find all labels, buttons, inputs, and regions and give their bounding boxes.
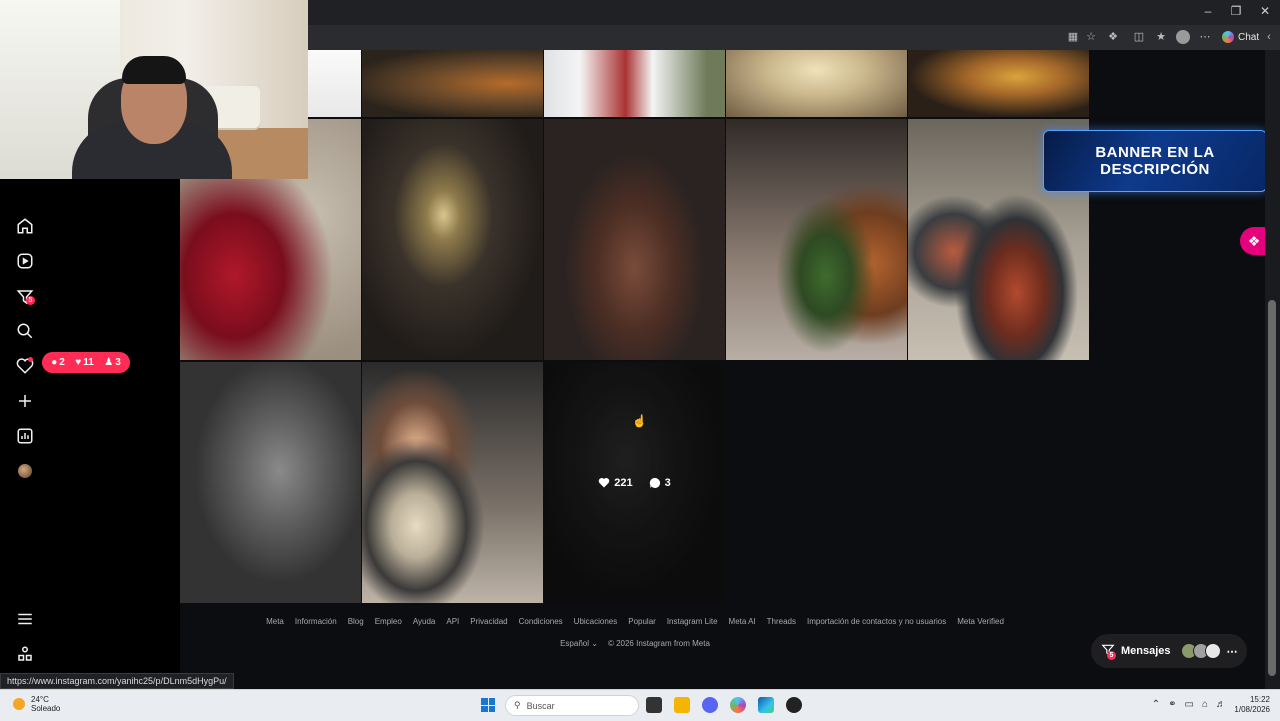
footer-link[interactable]: Meta AI bbox=[729, 617, 756, 626]
copilot-icon[interactable] bbox=[730, 697, 746, 713]
footer-link[interactable]: Importación de contactos y no usuarios bbox=[807, 617, 946, 626]
system-tray: ⌃ ⚭ ▭ ⌂ ♬ bbox=[1152, 699, 1226, 710]
footer-language-row: Español ⌄ © 2026 Instagram from Meta bbox=[180, 639, 1090, 648]
messenger-badge: 5 bbox=[26, 296, 35, 305]
post-thumbnail[interactable] bbox=[301, 50, 361, 117]
post-thumbnail-hovered[interactable]: 221 3 bbox=[544, 362, 725, 603]
scrollbar-thumb[interactable] bbox=[1268, 300, 1276, 676]
sun-icon bbox=[13, 698, 25, 710]
footer-links: Meta Información Blog Empleo Ayuda API P… bbox=[180, 617, 1090, 626]
footer-link[interactable]: Meta bbox=[266, 617, 284, 626]
footer-link[interactable]: Meta Verified bbox=[957, 617, 1004, 626]
notifications-heart-icon[interactable] bbox=[16, 357, 34, 375]
home-icon[interactable] bbox=[16, 217, 34, 235]
favorites-icon[interactable]: ★ bbox=[1154, 30, 1168, 44]
language-select[interactable]: Español ⌄ bbox=[560, 639, 598, 648]
comment-count: ● 2 bbox=[51, 357, 65, 368]
footer-link[interactable]: Privacidad bbox=[470, 617, 507, 626]
copyright: © 2026 Instagram from Meta bbox=[607, 639, 710, 648]
footer-link[interactable]: Ayuda bbox=[413, 617, 436, 626]
edge-icon[interactable] bbox=[758, 697, 774, 713]
split-screen-icon[interactable]: ◫ bbox=[1132, 30, 1146, 44]
messenger-icon[interactable]: 5 bbox=[16, 288, 35, 306]
favorite-star-icon[interactable]: ☆ bbox=[1084, 30, 1098, 44]
message-avatars bbox=[1180, 643, 1221, 659]
footer-link[interactable]: Popular bbox=[628, 617, 656, 626]
footer-link[interactable]: API bbox=[446, 617, 459, 626]
copilot-icon bbox=[1222, 31, 1234, 43]
footer-link[interactable]: Empleo bbox=[375, 617, 402, 626]
comment-icon bbox=[649, 477, 660, 488]
webcam-overlay bbox=[0, 0, 308, 179]
more-icon: ⋯ bbox=[1226, 645, 1238, 658]
search-icon[interactable] bbox=[16, 322, 34, 340]
footer-link[interactable]: Condiciones bbox=[519, 617, 563, 626]
post-hover-stats: 221 3 bbox=[544, 362, 725, 603]
post-thumbnail[interactable] bbox=[180, 362, 361, 603]
task-view-icon[interactable] bbox=[646, 697, 662, 713]
display-icon[interactable]: ▭ bbox=[1185, 699, 1194, 710]
mouse-cursor-icon: ☝ bbox=[632, 414, 647, 428]
notification-dot bbox=[28, 357, 33, 362]
post-thumbnail[interactable] bbox=[544, 50, 725, 117]
messages-button[interactable]: 5 Mensajes ⋯ bbox=[1091, 634, 1247, 668]
weather-widget[interactable]: 24°C Soleado bbox=[13, 695, 60, 713]
profile-icon[interactable] bbox=[1176, 30, 1190, 44]
webcam-person-hair bbox=[122, 56, 186, 84]
dashboard-icon[interactable] bbox=[16, 427, 34, 445]
profile-avatar[interactable] bbox=[18, 464, 32, 478]
close-icon[interactable]: ✕ bbox=[1250, 4, 1280, 18]
search-icon: ⚲ bbox=[514, 700, 521, 710]
obs-icon[interactable] bbox=[786, 697, 802, 713]
avatar bbox=[1204, 643, 1221, 659]
read-mode-icon[interactable]: ▦ bbox=[1066, 30, 1080, 44]
chat-button[interactable]: Chat bbox=[1222, 29, 1259, 45]
footer-link[interactable]: Instagram Lite bbox=[667, 617, 718, 626]
more-icon[interactable]: ⋯ bbox=[1198, 30, 1212, 44]
post-thumbnail[interactable] bbox=[362, 50, 543, 117]
discord-icon[interactable] bbox=[702, 697, 718, 713]
extension-icon[interactable]: ❖ bbox=[1106, 30, 1120, 44]
footer-link[interactable]: Información bbox=[295, 617, 337, 626]
description-banner: BANNER EN LA DESCRIPCIÓN bbox=[1043, 130, 1267, 192]
floating-action-icon[interactable]: ❖ bbox=[1240, 227, 1268, 255]
likes-stat: 221 bbox=[598, 477, 633, 489]
chevron-up-icon[interactable]: ⌃ bbox=[1152, 699, 1160, 710]
notifications-summary-pill[interactable]: ● 2 ♥ 11 ♟ 3 bbox=[42, 352, 130, 373]
restore-icon[interactable]: ❐ bbox=[1221, 4, 1251, 18]
menu-icon[interactable] bbox=[16, 610, 34, 628]
wifi-icon[interactable]: ⌂ bbox=[1202, 699, 1208, 710]
chevron-icon[interactable]: ‹ bbox=[1262, 30, 1276, 44]
footer-link[interactable]: Threads bbox=[767, 617, 796, 626]
post-thumbnail[interactable] bbox=[362, 119, 543, 360]
chevron-down-icon: ⌄ bbox=[591, 639, 598, 648]
system-clock[interactable]: 15:22 1/08/2026 bbox=[1234, 695, 1270, 715]
windows-taskbar: 24°C Soleado ⚲ Buscar ⌃ ⚭ ▭ ⌂ ♬ 15:22 1/0… bbox=[0, 689, 1280, 721]
post-thumbnail[interactable] bbox=[544, 119, 725, 360]
footer-link[interactable]: Ubicaciones bbox=[574, 617, 618, 626]
post-thumbnail[interactable] bbox=[908, 50, 1089, 117]
microphone-icon[interactable]: ⚭ bbox=[1168, 699, 1176, 710]
reels-icon[interactable] bbox=[16, 252, 34, 270]
windows-start-icon[interactable] bbox=[481, 698, 495, 712]
heart-icon bbox=[598, 477, 610, 488]
post-thumbnail[interactable] bbox=[726, 50, 907, 117]
messages-badge: 5 bbox=[1107, 650, 1116, 660]
create-plus-icon[interactable] bbox=[16, 392, 34, 410]
link-status-url: https://www.instagram.com/yanihc25/p/DLn… bbox=[0, 673, 234, 689]
minimize-icon[interactable]: – bbox=[1193, 4, 1223, 18]
volume-icon[interactable]: ♬ bbox=[1216, 699, 1226, 710]
footer-link[interactable]: Blog bbox=[348, 617, 364, 626]
like-count: ♥ 11 bbox=[75, 357, 94, 368]
post-thumbnail[interactable] bbox=[726, 119, 907, 360]
comments-stat: 3 bbox=[649, 477, 671, 489]
messenger-icon: 5 bbox=[1101, 643, 1116, 660]
meta-apps-icon[interactable] bbox=[16, 645, 34, 663]
file-explorer-icon[interactable] bbox=[674, 697, 690, 713]
taskbar-search[interactable]: ⚲ Buscar bbox=[505, 695, 639, 716]
follow-count: ♟ 3 bbox=[104, 357, 121, 368]
post-thumbnail[interactable] bbox=[362, 362, 543, 603]
